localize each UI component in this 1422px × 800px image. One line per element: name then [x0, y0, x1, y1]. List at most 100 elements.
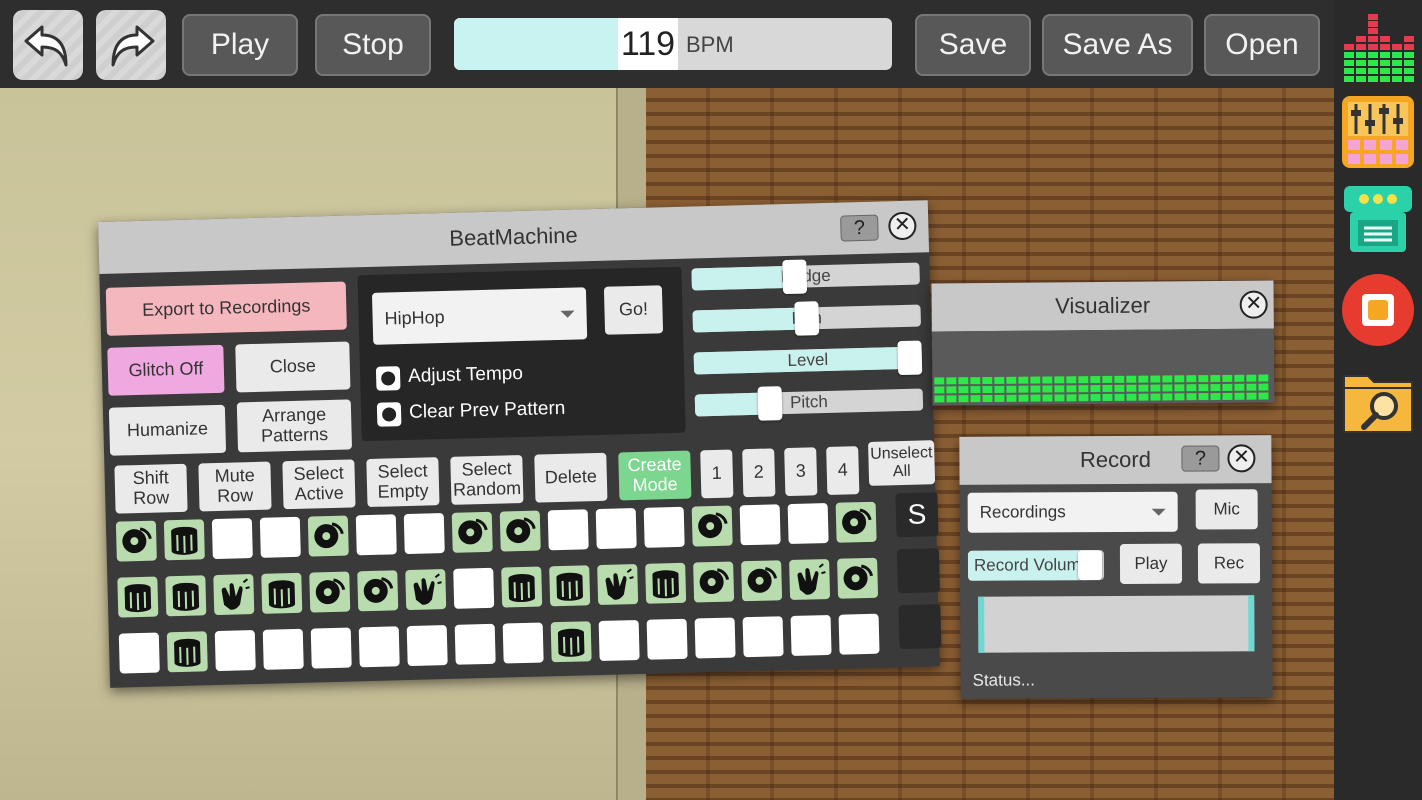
step-cell[interactable]: [118, 632, 160, 674]
level-knob[interactable]: [897, 340, 923, 376]
adjust-tempo-radio[interactable]: [375, 366, 401, 391]
record-volume-slider[interactable]: Record Volume: [967, 550, 1105, 581]
step-cell[interactable]: [214, 630, 256, 672]
row3-solo-button[interactable]: [898, 604, 942, 650]
step-cell[interactable]: [451, 511, 493, 553]
step-cell[interactable]: [406, 625, 448, 667]
step-cell[interactable]: [358, 626, 400, 668]
pitch-knob[interactable]: [757, 386, 783, 421]
step-cell[interactable]: [645, 562, 687, 604]
page-1-button[interactable]: 1: [700, 449, 734, 499]
tempo-value[interactable]: 119: [618, 18, 678, 70]
step-cell[interactable]: [693, 561, 735, 603]
mic-button[interactable]: Mic: [1195, 489, 1258, 530]
save-button[interactable]: Save: [915, 14, 1031, 76]
step-cell[interactable]: [789, 558, 831, 601]
step-cell[interactable]: [499, 510, 541, 552]
step-cell[interactable]: [646, 618, 688, 660]
create-mode-button[interactable]: Create Mode: [618, 450, 692, 501]
page-3-button[interactable]: 3: [784, 447, 818, 497]
open-button[interactable]: Open: [1204, 14, 1320, 76]
humanize-button[interactable]: Humanize: [108, 404, 227, 456]
solo-button[interactable]: S: [895, 492, 939, 538]
rec-button[interactable]: Rec: [1197, 543, 1261, 584]
step-cell[interactable]: [453, 567, 495, 609]
step-cell[interactable]: [261, 572, 303, 614]
step-cell[interactable]: [742, 616, 784, 658]
step-cell[interactable]: [117, 576, 159, 618]
step-cell[interactable]: [694, 617, 736, 659]
redo-button[interactable]: [96, 10, 166, 80]
step-cell[interactable]: [547, 509, 589, 551]
step-cell[interactable]: [166, 631, 208, 673]
delete-button[interactable]: Delete: [534, 452, 608, 503]
step-cell[interactable]: [790, 614, 832, 656]
export-to-recordings-button[interactable]: Export to Recordings: [105, 281, 347, 336]
clear-prev-pattern-radio[interactable]: [376, 402, 402, 427]
step-cell[interactable]: [310, 627, 352, 669]
step-cell[interactable]: [643, 506, 685, 548]
pan-knob[interactable]: [794, 301, 820, 336]
step-cell[interactable]: [741, 560, 783, 602]
undo-button[interactable]: [13, 10, 83, 80]
close-icon[interactable]: ✕: [1239, 290, 1268, 319]
shift-row-button[interactable]: Shift Row: [114, 463, 188, 514]
step-cell[interactable]: [837, 557, 879, 599]
play-button[interactable]: Play: [182, 14, 298, 76]
tempo-slider[interactable]: BPM 119: [454, 18, 892, 70]
record-icon[interactable]: [1340, 272, 1416, 348]
page-4-button[interactable]: 4: [826, 446, 860, 496]
select-active-button[interactable]: Select Active: [282, 459, 356, 510]
level-slider[interactable]: Level: [693, 340, 923, 376]
step-cell[interactable]: [213, 574, 255, 616]
select-empty-button[interactable]: Select Empty: [366, 457, 440, 508]
help-button[interactable]: ?: [840, 214, 879, 242]
row2-solo-button[interactable]: [896, 548, 940, 594]
step-cell[interactable]: [597, 564, 639, 606]
step-cell[interactable]: [403, 513, 445, 555]
go-button[interactable]: Go!: [603, 285, 664, 335]
step-cell[interactable]: [163, 519, 205, 561]
equalizer-icon[interactable]: [1340, 8, 1416, 84]
step-cell[interactable]: [838, 613, 880, 655]
step-cell[interactable]: [165, 575, 207, 617]
step-cell[interactable]: [357, 570, 399, 612]
step-cell[interactable]: [454, 623, 496, 665]
record-volume-knob[interactable]: [1078, 550, 1103, 581]
close-icon[interactable]: ✕: [1227, 444, 1256, 473]
step-cell[interactable]: [595, 508, 637, 550]
close-button[interactable]: Close: [235, 341, 351, 393]
arrange-patterns-button[interactable]: Arrange Patterns: [236, 399, 353, 453]
nudge-slider[interactable]: Nudge: [691, 259, 920, 295]
glitch-toggle-button[interactable]: Glitch Off: [107, 344, 225, 396]
pan-slider[interactable]: Pan: [692, 301, 922, 336]
step-cell[interactable]: [355, 514, 397, 556]
help-button[interactable]: ?: [1181, 445, 1220, 472]
synth-machine-icon[interactable]: [1340, 180, 1416, 256]
style-dropdown[interactable]: HipHop: [371, 287, 588, 345]
step-cell[interactable]: [502, 622, 544, 664]
nudge-knob[interactable]: [781, 259, 807, 295]
mixer-icon[interactable]: [1340, 94, 1416, 170]
stop-button[interactable]: Stop: [315, 14, 431, 76]
step-cell[interactable]: [598, 619, 640, 662]
step-cell[interactable]: [739, 504, 781, 546]
play-button[interactable]: Play: [1119, 543, 1183, 584]
page-2-button[interactable]: 2: [742, 448, 776, 498]
step-cell[interactable]: [309, 571, 351, 613]
save-as-button[interactable]: Save As: [1042, 14, 1193, 76]
step-cell[interactable]: [307, 515, 349, 557]
step-cell[interactable]: [691, 505, 733, 547]
select-random-button[interactable]: Select Random: [450, 454, 524, 505]
step-cell[interactable]: [259, 516, 301, 558]
step-cell[interactable]: [550, 621, 592, 663]
pitch-slider[interactable]: Pitch: [694, 386, 924, 421]
step-cell[interactable]: [115, 520, 157, 562]
step-cell[interactable]: [549, 565, 591, 607]
recordings-dropdown[interactable]: Recordings: [967, 491, 1178, 533]
step-cell[interactable]: [262, 628, 304, 670]
step-cell[interactable]: [501, 566, 543, 608]
unselect-all-button[interactable]: Unselect All: [868, 440, 936, 486]
step-cell[interactable]: [405, 569, 447, 611]
step-cell[interactable]: [835, 501, 877, 543]
